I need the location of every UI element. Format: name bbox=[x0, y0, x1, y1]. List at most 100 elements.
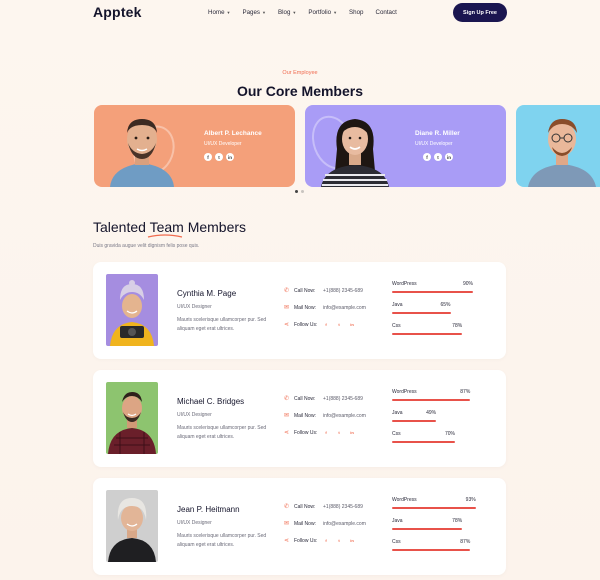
core-member-card[interactable]: Diane R. Miller UI/UX Developer f t in bbox=[305, 105, 506, 187]
chevron-down-icon: ▼ bbox=[333, 10, 338, 15]
section-title: Our Core Members bbox=[236, 83, 364, 99]
skill-progress-fill bbox=[392, 528, 463, 530]
twitter-icon[interactable]: t bbox=[434, 153, 442, 161]
twitter-icon[interactable]: t bbox=[336, 538, 342, 544]
phone-icon: ✆ bbox=[284, 504, 290, 510]
phone-number[interactable]: +1(888) 2345-689 bbox=[323, 504, 363, 510]
follow-label: Follow Us: bbox=[294, 429, 318, 436]
menu-label: Contact bbox=[375, 9, 397, 16]
skill-percent: 90% bbox=[462, 281, 473, 287]
carousel-pagination bbox=[295, 190, 304, 193]
facebook-icon[interactable]: f bbox=[423, 153, 431, 161]
menu-label: Portfolio bbox=[308, 9, 332, 16]
sign-up-button[interactable]: Sign Up Free bbox=[453, 3, 507, 22]
skill-progress-fill bbox=[392, 441, 455, 443]
call-row: ✆ Call Now: +1(888) 2345-689 bbox=[284, 287, 363, 295]
member-name: Albert P. Lechance bbox=[204, 130, 262, 137]
menu-item-pages[interactable]: Pages ▼ bbox=[242, 9, 266, 16]
skill-name: WordPress bbox=[392, 497, 417, 503]
skill-progress-fill bbox=[392, 420, 437, 422]
follow-row: ⋖ Follow Us: f t in bbox=[284, 537, 362, 545]
skill-percent: 78% bbox=[452, 518, 463, 524]
member-photo bbox=[106, 490, 158, 562]
follow-label: Follow Us: bbox=[294, 537, 318, 544]
member-description: Mauris scelerisque ullamcorper pur. Sed … bbox=[177, 425, 267, 440]
phone-icon: ✆ bbox=[284, 288, 290, 294]
member-name[interactable]: Cynthia M. Page bbox=[177, 289, 236, 298]
member-role: UI/UX Designer bbox=[177, 412, 212, 418]
instagram-icon[interactable]: in bbox=[226, 153, 234, 161]
member-name[interactable]: Michael C. Bridges bbox=[177, 397, 244, 406]
skill-name: Css bbox=[392, 539, 401, 545]
email-address[interactable]: info@example.com bbox=[323, 521, 366, 527]
skill-percent: 87% bbox=[460, 539, 471, 545]
email-address[interactable]: info@example.com bbox=[323, 305, 366, 311]
mail-row: ✉ Mail Now: info@example.com bbox=[284, 412, 366, 420]
carousel-dot-active[interactable] bbox=[295, 190, 298, 193]
skill-progress-fill bbox=[392, 507, 476, 509]
member-description: Mauris scelerisque ullamcorper pur. Sed … bbox=[177, 533, 267, 548]
skill-bar: Css 87% bbox=[392, 539, 482, 551]
menu-item-blog[interactable]: Blog ▼ bbox=[278, 9, 296, 16]
facebook-icon[interactable]: f bbox=[323, 430, 329, 436]
skill-percent: 65% bbox=[440, 302, 451, 308]
menu-item-shop[interactable]: Shop bbox=[349, 9, 363, 16]
member-name[interactable]: Jean P. Heitmann bbox=[177, 505, 240, 514]
skill-bar: Css 78% bbox=[392, 323, 482, 335]
twitter-icon[interactable]: t bbox=[336, 430, 342, 436]
member-role: UI/UX Designer bbox=[177, 520, 212, 526]
skill-name: Java bbox=[392, 302, 403, 308]
skill-name: Css bbox=[392, 323, 401, 329]
member-photo bbox=[110, 119, 174, 187]
member-name: Diane R. Miller bbox=[415, 130, 460, 137]
mail-label: Mail Now: bbox=[294, 520, 316, 527]
instagram-icon[interactable]: in bbox=[349, 538, 355, 544]
skill-name: Java bbox=[392, 410, 403, 416]
skill-bar: Java 65% bbox=[392, 302, 482, 314]
call-label: Call Now: bbox=[294, 503, 316, 510]
talented-subtitle: Duis gravida augue velit dignism felis p… bbox=[93, 243, 200, 249]
email-address[interactable]: info@example.com bbox=[323, 413, 366, 419]
member-description: Mauris scelerisque ullamcorper pur. Sed … bbox=[177, 317, 267, 332]
member-role: UI/UX Developer bbox=[204, 141, 242, 147]
share-icon: ⋖ bbox=[284, 430, 290, 436]
main-menu: Home ▼ Pages ▼ Blog ▼ Portfolio ▼ Shop Conta… bbox=[208, 9, 397, 16]
share-icon: ⋖ bbox=[284, 322, 290, 328]
brand-logo[interactable]: Apptek bbox=[93, 4, 142, 20]
instagram-icon[interactable]: in bbox=[349, 322, 355, 328]
facebook-icon[interactable]: f bbox=[204, 153, 212, 161]
skill-progress-fill bbox=[392, 399, 471, 401]
phone-icon: ✆ bbox=[284, 396, 290, 402]
instagram-icon[interactable]: in bbox=[445, 153, 453, 161]
share-icon: ⋖ bbox=[284, 538, 290, 544]
menu-item-contact[interactable]: Contact bbox=[375, 9, 396, 16]
instagram-icon[interactable]: in bbox=[349, 430, 355, 436]
skill-bar: Css 70% bbox=[392, 431, 482, 443]
twitter-icon[interactable]: t bbox=[215, 153, 223, 161]
skill-name: Css bbox=[392, 431, 401, 437]
phone-number[interactable]: +1(888) 2345-689 bbox=[323, 288, 363, 294]
core-member-card[interactable] bbox=[516, 105, 600, 187]
facebook-icon[interactable]: f bbox=[323, 322, 329, 328]
menu-item-home[interactable]: Home ▼ bbox=[208, 9, 230, 16]
chevron-down-icon: ▼ bbox=[226, 10, 231, 15]
skill-progress-fill bbox=[392, 333, 463, 335]
skill-bar: WordPress 93% bbox=[392, 497, 482, 509]
menu-item-portfolio[interactable]: Portfolio ▼ bbox=[308, 9, 337, 16]
member-role: UI/UX Designer bbox=[177, 304, 212, 310]
chevron-down-icon: ▼ bbox=[262, 10, 266, 15]
member-photo bbox=[106, 274, 158, 346]
core-member-card[interactable]: Albert P. Lechance UI/UX Developer f t i… bbox=[94, 105, 295, 187]
skill-bar: WordPress 90% bbox=[392, 281, 482, 293]
menu-label: Home bbox=[208, 9, 225, 16]
social-links: f t in bbox=[423, 153, 453, 161]
skill-percent: 87% bbox=[460, 389, 471, 395]
mail-icon: ✉ bbox=[284, 305, 290, 311]
skill-progress-fill bbox=[392, 549, 471, 551]
twitter-icon[interactable]: t bbox=[336, 322, 342, 328]
mail-row: ✉ Mail Now: info@example.com bbox=[284, 304, 366, 312]
facebook-icon[interactable]: f bbox=[323, 538, 329, 544]
carousel-dot[interactable] bbox=[301, 190, 304, 193]
phone-number[interactable]: +1(888) 2345-689 bbox=[323, 396, 363, 402]
social-links: f t in bbox=[204, 153, 234, 161]
